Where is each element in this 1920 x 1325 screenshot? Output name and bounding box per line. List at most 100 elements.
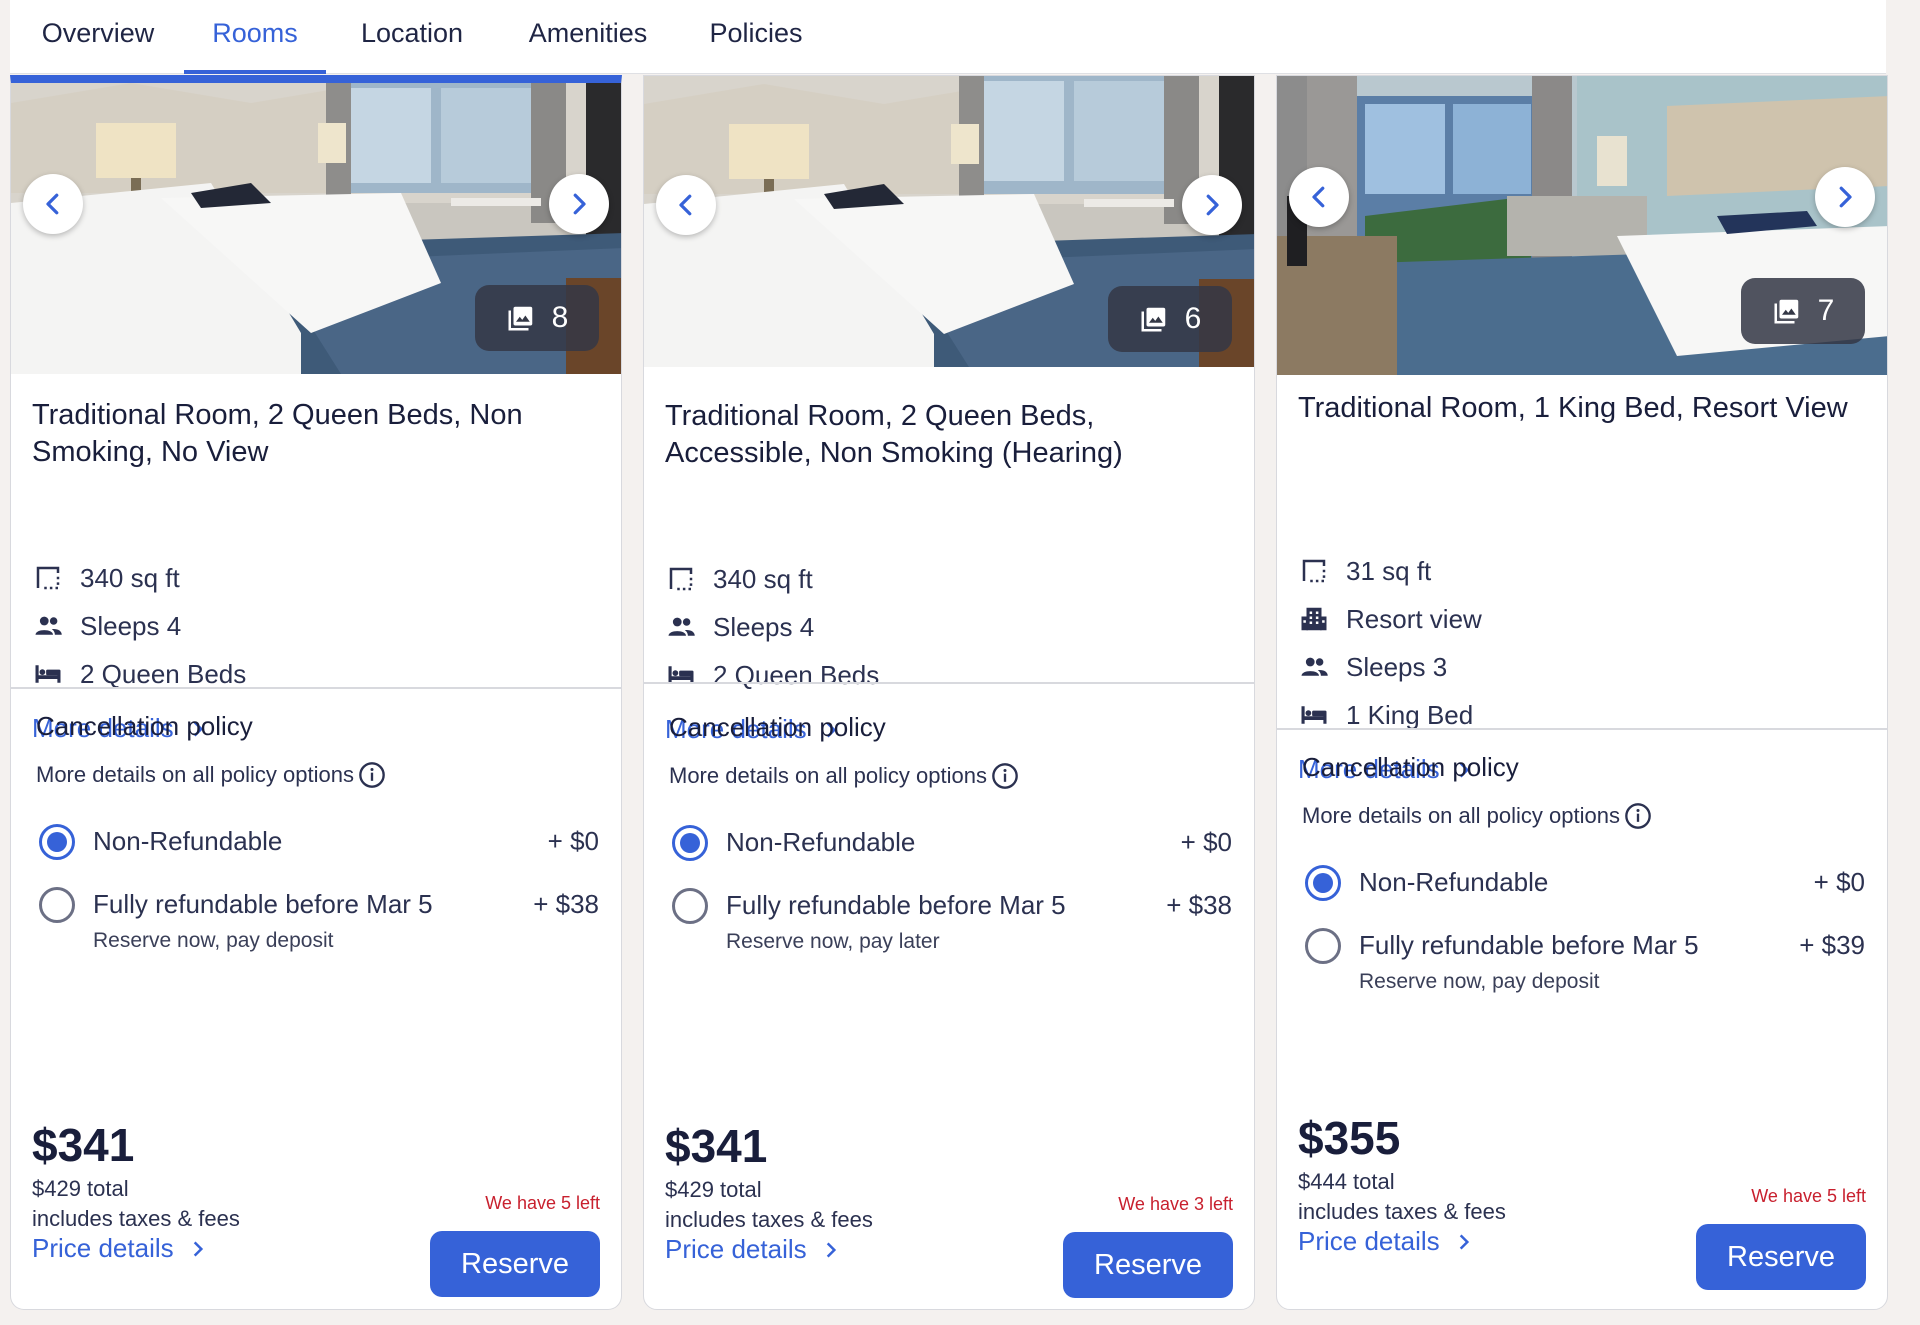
photo-gallery-button[interactable]: 8: [475, 285, 599, 351]
divider: [644, 682, 1254, 684]
photo-gallery-button[interactable]: 6: [1108, 286, 1232, 352]
chevron-left-icon: [679, 194, 692, 216]
feature-area: 31 sq ft: [1298, 554, 1431, 588]
previous-photo-button[interactable]: [656, 175, 716, 235]
next-photo-button[interactable]: [1182, 175, 1242, 235]
radio-button[interactable]: [39, 824, 75, 860]
tab-rooms[interactable]: Rooms: [184, 0, 326, 74]
gallery-icon: [508, 306, 532, 331]
tab-amenities[interactable]: Amenities: [518, 0, 658, 74]
policy-option-non-refundable[interactable]: Non-Refundable + $0: [672, 825, 1232, 865]
room-photo: 7: [1277, 76, 1887, 375]
feature-sleeps: Sleeps 4: [665, 610, 814, 644]
option-label: Fully refundable before Mar 5: [93, 889, 433, 919]
room-card: 7 Traditional Room, 1 King Bed, Resort V…: [1276, 75, 1888, 1310]
gallery-icon: [1141, 307, 1165, 332]
radio-button[interactable]: [672, 825, 708, 861]
gallery-icon: [1774, 299, 1798, 324]
building-icon: [1301, 607, 1327, 631]
people-icon: [668, 617, 695, 636]
info-icon[interactable]: [1624, 802, 1652, 830]
feature-area: 340 sq ft: [32, 561, 180, 595]
total-price: $429 total: [32, 1176, 129, 1201]
tab-bar: Overview Rooms Location Amenities Polici…: [10, 0, 1886, 74]
bed-icon: [1301, 706, 1327, 724]
policy-option-fully-refundable[interactable]: Fully refundable before Mar 5 + $38 Rese…: [672, 888, 1232, 953]
option-price: + $0: [1180, 827, 1232, 857]
price-details-link[interactable]: Price details: [32, 1233, 208, 1264]
floor-plan-icon: [669, 567, 693, 591]
room-title: Traditional Room, 2 Queen Beds, Non Smok…: [32, 399, 523, 468]
tab-location[interactable]: Location: [352, 0, 472, 74]
chevron-left-icon: [46, 193, 59, 215]
tab-overview[interactable]: Overview: [38, 0, 158, 74]
feature-sleeps: Sleeps 3: [1298, 650, 1447, 684]
policy-details-note: More details on all policy options: [36, 761, 386, 789]
previous-photo-button[interactable]: [1289, 167, 1349, 227]
policy-option-non-refundable[interactable]: Non-Refundable + $0: [39, 824, 599, 864]
active-tab-indicator: [184, 70, 326, 74]
option-label: Fully refundable before Mar 5: [1359, 930, 1699, 960]
nightly-price: $355: [1298, 1112, 1401, 1164]
bed-icon: [668, 666, 694, 684]
option-price: + $38: [1166, 890, 1232, 920]
availability-badge: We have 5 left: [485, 1193, 600, 1213]
reserve-button[interactable]: Reserve: [1696, 1224, 1866, 1290]
info-icon[interactable]: [358, 761, 386, 789]
reserve-button[interactable]: Reserve: [1063, 1232, 1233, 1298]
option-label: Non-Refundable: [93, 826, 283, 856]
feature-beds: 1 King Bed: [1298, 698, 1473, 732]
policy-option-non-refundable[interactable]: Non-Refundable + $0: [1305, 865, 1865, 905]
reserve-button[interactable]: Reserve: [430, 1231, 600, 1297]
next-photo-button[interactable]: [549, 174, 609, 234]
option-label: Fully refundable before Mar 5: [726, 890, 1066, 920]
feature-view: Resort view: [1298, 602, 1482, 636]
previous-photo-button[interactable]: [23, 174, 83, 234]
radio-button[interactable]: [1305, 865, 1341, 901]
room-card: 6 Traditional Room, 2 Queen Beds, Access…: [643, 75, 1255, 1310]
next-photo-button[interactable]: [1815, 167, 1875, 227]
option-price: + $0: [547, 826, 599, 856]
option-price: + $0: [1813, 867, 1865, 897]
total-price: $429 total: [665, 1177, 762, 1202]
room-card: 8 Traditional Room, 2 Queen Beds, Non Sm…: [10, 75, 622, 1310]
chevron-right-icon: [1206, 194, 1219, 216]
nightly-price: $341: [32, 1119, 135, 1171]
radio-button[interactable]: [39, 887, 75, 923]
feature-area: 340 sq ft: [665, 562, 813, 596]
radio-button[interactable]: [672, 888, 708, 924]
option-price: + $38: [533, 889, 599, 919]
option-note: Reserve now, pay deposit: [1359, 970, 1600, 993]
cancellation-policy-heading: Cancellation policy: [669, 712, 886, 742]
people-icon: [35, 616, 62, 635]
price-details-link[interactable]: Price details: [665, 1234, 841, 1265]
tab-policies[interactable]: Policies: [696, 0, 816, 74]
photo-gallery-button[interactable]: 7: [1741, 278, 1865, 344]
cancellation-policy-heading: Cancellation policy: [36, 711, 253, 741]
cancellation-policy-heading: Cancellation policy: [1302, 752, 1519, 782]
divider: [11, 687, 621, 689]
radio-button[interactable]: [1305, 928, 1341, 964]
policy-option-fully-refundable[interactable]: Fully refundable before Mar 5 + $38 Rese…: [39, 887, 599, 952]
floor-plan-icon: [36, 566, 60, 590]
nightly-price: $341: [665, 1120, 768, 1172]
feature-beds: 2 Queen Beds: [32, 657, 246, 691]
feature-sleeps: Sleeps 4: [32, 609, 181, 643]
tax-note: includes taxes & fees: [665, 1207, 873, 1232]
option-label: Non-Refundable: [726, 827, 916, 857]
availability-badge: We have 3 left: [1118, 1194, 1233, 1214]
policy-details-note: More details on all policy options: [1302, 802, 1652, 830]
room-title: Traditional Room, 1 King Bed, Resort Vie…: [1298, 392, 1848, 424]
chevron-right-icon: [193, 1240, 203, 1257]
policy-option-fully-refundable[interactable]: Fully refundable before Mar 5 + $39 Rese…: [1305, 928, 1865, 993]
room-title: Traditional Room, 2 Queen Beds, Accessib…: [665, 400, 1123, 469]
info-icon[interactable]: [991, 762, 1019, 790]
option-price: + $39: [1799, 930, 1865, 960]
photo-count: 7: [1817, 294, 1835, 327]
photo-count: 8: [551, 301, 569, 334]
price-details-link[interactable]: Price details: [1298, 1226, 1474, 1257]
divider: [1277, 728, 1887, 730]
policy-details-note: More details on all policy options: [669, 762, 1019, 790]
tax-note: includes taxes & fees: [1298, 1199, 1506, 1224]
chevron-left-icon: [1312, 186, 1325, 208]
